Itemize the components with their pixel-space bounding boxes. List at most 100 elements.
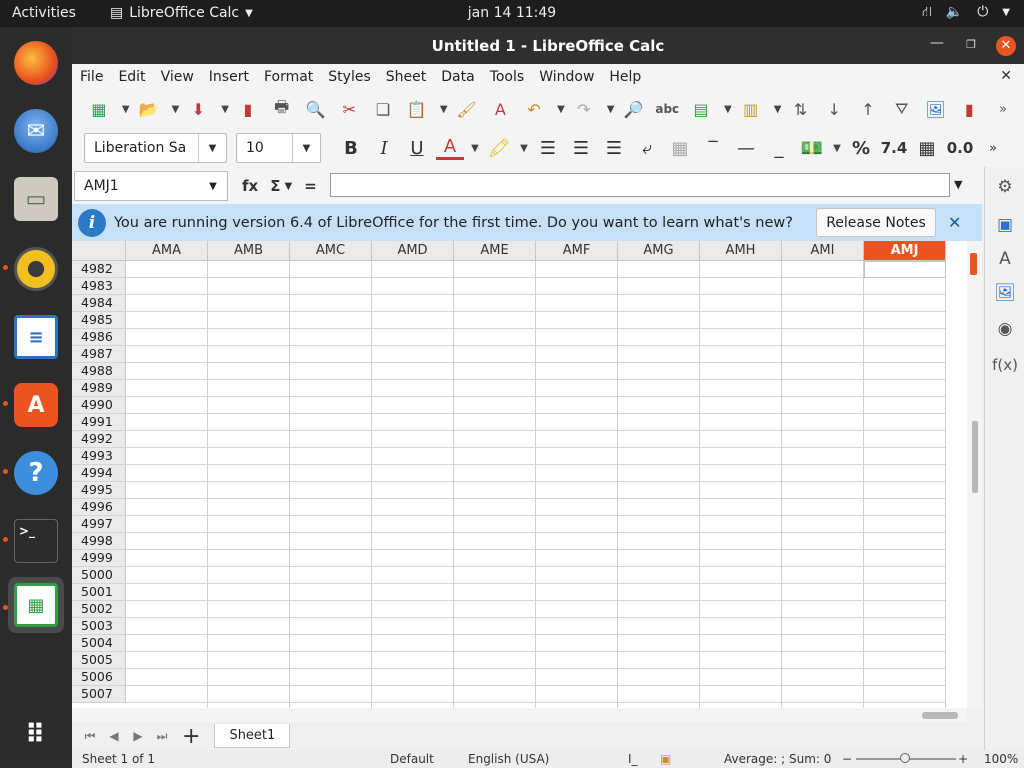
horizontal-scroll-thumb[interactable] [922, 712, 958, 719]
insert-image-icon[interactable]: 🖼 [923, 96, 949, 122]
align-top-icon[interactable]: ‾ [699, 134, 727, 162]
align-middle-icon[interactable]: — [732, 134, 760, 162]
chevron-down-icon[interactable]: ▼ [292, 134, 320, 162]
menu-view[interactable]: View [161, 69, 194, 85]
row-header[interactable]: 4995 [72, 482, 126, 499]
wrap-text-icon[interactable]: ⤶ [633, 134, 661, 162]
dock-thunderbird[interactable]: ✉ [8, 103, 64, 159]
zoom-level[interactable]: 100% [984, 752, 1018, 766]
export-pdf-icon[interactable]: ▮ [235, 96, 261, 122]
power-icon[interactable]: ⏻ [977, 4, 988, 22]
row-header[interactable]: 4988 [72, 363, 126, 380]
more-options-icon[interactable]: » [979, 134, 1007, 162]
sort-ascending-icon[interactable]: ↓ [821, 96, 847, 122]
chevron-down-icon[interactable]: ▼ [198, 134, 226, 162]
find-replace-icon[interactable]: 🔎 [621, 96, 647, 122]
row-header[interactable]: 5006 [72, 669, 126, 686]
dock-writer[interactable]: ≡ [8, 309, 64, 365]
chevron-down-icon[interactable]: ▼ [469, 135, 481, 161]
undo-icon[interactable]: ↶ [521, 96, 547, 122]
merge-cells-icon[interactable]: ▦ [666, 134, 694, 162]
volume-icon[interactable]: 🔈 [946, 4, 963, 22]
column-header[interactable]: AMA [126, 241, 208, 261]
chevron-down-icon[interactable]: ▼ [722, 96, 734, 122]
zoom-slider-knob[interactable] [900, 753, 910, 763]
sum-icon[interactable]: Σ [270, 177, 280, 195]
column-header[interactable]: AMB [208, 241, 290, 261]
clear-formatting-icon[interactable]: A [487, 96, 513, 122]
chevron-down-icon[interactable]: ▼ [772, 96, 784, 122]
zoom-out-icon[interactable]: − [842, 752, 852, 766]
cell-area[interactable] [126, 261, 946, 708]
chevron-down-icon[interactable]: ▼ [1002, 7, 1010, 22]
function-wizard-icon[interactable]: fx [242, 177, 258, 195]
align-bottom-icon[interactable]: _ [765, 134, 793, 162]
row-icon[interactable]: ▤ [688, 96, 714, 122]
align-left-icon[interactable]: ☰ [534, 134, 562, 162]
row-header[interactable]: 5007 [72, 686, 126, 703]
row-header[interactable]: 4998 [72, 533, 126, 550]
styles-icon[interactable]: A [993, 247, 1017, 271]
system-tray[interactable]: ⛙ 🔈 ⏻ ▼ [922, 4, 1010, 22]
dock-show-apps[interactable]: ⠿ [8, 707, 64, 763]
row-header[interactable]: 5005 [72, 652, 126, 669]
navigator-icon[interactable]: ◉ [993, 317, 1017, 341]
minimize-icon[interactable]: — [930, 35, 944, 51]
add-decimal-icon[interactable]: 0.0 [946, 134, 974, 162]
close-infobar-icon[interactable]: ✕ [948, 213, 961, 232]
redo-icon[interactable]: ↷ [571, 96, 597, 122]
first-sheet-icon[interactable]: ⏮ [78, 729, 102, 744]
dock-calc[interactable]: ▦ [8, 577, 64, 633]
row-header[interactable]: 5003 [72, 618, 126, 635]
align-right-icon[interactable]: ☰ [600, 134, 628, 162]
menu-sheet[interactable]: Sheet [386, 69, 426, 85]
row-header[interactable]: 4999 [72, 550, 126, 567]
dock-rhythmbox[interactable] [8, 241, 64, 297]
chevron-down-icon[interactable]: ▼ [120, 96, 132, 122]
last-sheet-icon[interactable]: ⏭ [150, 729, 174, 744]
row-header[interactable]: 4993 [72, 448, 126, 465]
column-header[interactable]: AMG [618, 241, 700, 261]
bold-icon[interactable]: B [337, 134, 365, 162]
language[interactable]: English (USA) [468, 752, 549, 766]
save-icon[interactable]: ⬇ [185, 96, 211, 122]
chevron-down-icon[interactable]: ▼ [555, 96, 567, 122]
row-header[interactable]: 4983 [72, 278, 126, 295]
row-header[interactable]: 5000 [72, 567, 126, 584]
network-icon[interactable]: ⛙ [922, 4, 932, 22]
zoom-in-icon[interactable]: + [958, 752, 968, 766]
maximize-icon[interactable]: ❐ [966, 38, 976, 51]
chevron-down-icon[interactable]: ▼ [831, 135, 843, 161]
row-header[interactable]: 4985 [72, 312, 126, 329]
insert-chart-icon[interactable]: ▮ [956, 96, 982, 122]
sort-icon[interactable]: ⇅ [788, 96, 814, 122]
row-header[interactable]: 5001 [72, 584, 126, 601]
print-icon[interactable]: 🖶 [269, 96, 295, 122]
close-document-icon[interactable]: ✕ [1000, 68, 1012, 84]
row-header[interactable]: 4997 [72, 516, 126, 533]
formula-input[interactable] [330, 173, 950, 197]
column-header[interactable]: AMC [290, 241, 372, 261]
menu-tools[interactable]: Tools [490, 69, 525, 85]
name-box[interactable]: AMJ1 ▼ [74, 171, 228, 201]
spreadsheet-grid[interactable]: AMA AMB AMC AMD AME AMF AMG AMH AMI AMJ 4982 4983 49… [72, 241, 967, 708]
row-header[interactable]: 4984 [72, 295, 126, 312]
column-header[interactable]: AME [454, 241, 536, 261]
italic-icon[interactable]: I [370, 134, 398, 162]
chevron-down-icon[interactable]: ▼ [169, 96, 181, 122]
next-sheet-icon[interactable]: ▶ [126, 729, 150, 743]
column-header[interactable]: AMF [536, 241, 618, 261]
dock-help[interactable]: ? [8, 445, 64, 501]
column-header[interactable]: AMD [372, 241, 454, 261]
add-sheet-icon[interactable]: + [182, 724, 200, 749]
chevron-down-icon[interactable]: ▼ [284, 181, 292, 192]
more-options-icon[interactable]: » [990, 96, 1016, 122]
row-header[interactable]: 4989 [72, 380, 126, 397]
app-menu[interactable]: ▤ LibreOffice Calc ▼ [110, 5, 253, 21]
prev-sheet-icon[interactable]: ◀ [102, 729, 126, 743]
autofilter-icon[interactable]: ⛛ [889, 96, 915, 122]
menu-data[interactable]: Data [441, 69, 474, 85]
menu-help[interactable]: Help [609, 69, 641, 85]
dock-software[interactable]: A [8, 377, 64, 433]
menu-insert[interactable]: Insert [209, 69, 249, 85]
